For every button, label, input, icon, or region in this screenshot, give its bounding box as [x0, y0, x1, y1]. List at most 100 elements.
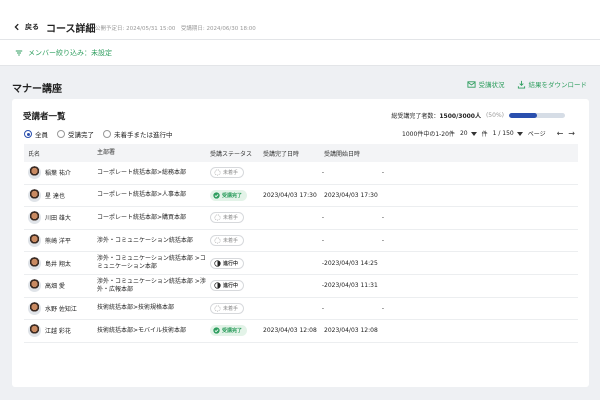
department-cell: 渉外・コミュニケーション統括本部 >渉外・広報本部 [97, 277, 206, 293]
started-at-cell: 2023/04/03 12:08 [324, 327, 378, 335]
dropdown-icon [470, 131, 477, 136]
download-results-button[interactable]: 結果をダウンロード [517, 79, 587, 89]
table-row[interactable]: 稲葉 祐介 コーポレート統括本部>総務本部 未着手 - - [24, 162, 578, 185]
table-row[interactable]: 熊崎 洋平 渉外・コミュニケーション統括本部 未着手 - - [24, 230, 578, 253]
status-label: 未着手 [223, 215, 239, 222]
started-at-cell: - [381, 237, 384, 245]
member-filter-button[interactable]: メンバー絞り込み：未設定 [15, 48, 112, 58]
completed-at-cell: - [321, 282, 324, 290]
dashed-circle-icon [214, 305, 221, 312]
course-title: マナー講座 [12, 84, 62, 95]
radio-label: 全員 [35, 131, 48, 139]
completion-summary: 総受講完了者数： 1500/3000人 (50%) [391, 111, 565, 120]
table-row[interactable]: 星 達也 コーポレート統括本部>人事本部 受講完了 2023/04/03 17:30 2… [24, 185, 578, 208]
status-check-label: 受講状況 [478, 81, 505, 89]
half-circle-icon [214, 282, 221, 289]
participants-title: 受講者一覧 [23, 112, 66, 122]
status-cell: 受講完了 [210, 189, 263, 201]
status-badge: 進行中 [210, 257, 245, 269]
completion-progress-bar [509, 113, 565, 118]
department-cell: 技術統括本部>モバイル技術本部 [97, 326, 187, 334]
completion-label: 総受講完了者数： [391, 113, 440, 120]
name-cell: 水野 佐知江 [24, 301, 97, 315]
course-dates: 公開予定日: 2024/05/31 15:00 受講期日: 2024/06/30… [95, 26, 256, 32]
avatar [28, 279, 41, 293]
department-cell: 技術統括本部>技術規格本部 [97, 304, 175, 312]
half-circle-icon [214, 260, 221, 267]
completed-at-cell: - [321, 214, 324, 222]
page-select[interactable]: 1 / 150 [493, 130, 523, 137]
radio-option[interactable]: 受講完了 [57, 129, 94, 139]
name-cell: 島井 翔太 [24, 256, 97, 270]
participants-card: 受講者一覧 総受講完了者数： 1500/3000人 (50%) 全員 受講完了 未着手… [12, 99, 589, 387]
dashed-circle-icon [214, 214, 221, 221]
course-actions: 受講状況 結果をダウンロード [466, 79, 587, 89]
status-cell: 未着手 [210, 235, 263, 247]
dashed-circle-icon [214, 169, 221, 176]
table-row[interactable]: 水野 佐知江 技術統括本部>技術規格本部 未着手 - - [24, 298, 578, 321]
member-name: 島井 翔太 [45, 260, 71, 268]
back-button[interactable]: 戻る [13, 21, 39, 33]
radio-label: 未着手または進行中 [114, 131, 173, 139]
avatar [28, 324, 41, 338]
dashed-circle-icon [214, 237, 221, 244]
table-row[interactable]: 島井 翔太 渉外・コミュニケーション統括本部 >コミュニケーション本部 進行中 -20… [24, 252, 578, 275]
status-label: 進行中 [223, 260, 239, 267]
member-name: 高畑 愛 [45, 283, 65, 291]
table-row[interactable]: 川田 雄大 コーポレート統括本部>購買本部 未着手 - - [24, 207, 578, 230]
avatar [28, 256, 41, 270]
started-at-cell: 2023/04/03 17:30 [324, 191, 378, 199]
avatar [28, 234, 41, 248]
radio-circle-icon [24, 130, 32, 138]
page-header: 戻る コース詳細 公開予定日: 2024/05/31 15:00 受講期日: 2… [0, 0, 600, 40]
status-label: 未着手 [223, 238, 239, 245]
result-range: 1000件中の1-20件 [402, 131, 455, 138]
department-cell: コーポレート統括本部>購買本部 [97, 213, 187, 221]
status-badge: 未着手 [210, 302, 245, 314]
completion-value: 1500/3000人 [439, 113, 481, 120]
check-circle-icon [213, 327, 220, 335]
status-cell: 未着手 [210, 302, 263, 314]
department-cell: 渉外・コミュニケーション統括本部 >コミュニケーション本部 [97, 255, 206, 271]
dropdown-icon [516, 131, 523, 136]
status-cell: 進行中 [210, 257, 263, 269]
avatar [28, 211, 41, 225]
status-badge: 受講完了 [210, 325, 248, 337]
column-header: 主部署 [97, 148, 116, 156]
prev-page-icon[interactable]: ← [557, 129, 564, 138]
status-badge: 未着手 [210, 235, 245, 247]
started-at-cell: 2023/04/03 14:25 [324, 259, 378, 267]
status-cell: 受講完了 [210, 325, 263, 337]
avatar [28, 166, 41, 180]
completed-at-cell: - [321, 304, 324, 312]
per-page-select[interactable]: 20 [460, 130, 477, 137]
radio-option[interactable]: 全員 [24, 129, 48, 139]
back-label: 戻る [25, 23, 39, 31]
completed-at-cell: 2023/04/03 17:30 [263, 191, 317, 199]
radio-circle-icon [103, 130, 111, 138]
name-cell: 星 達也 [24, 188, 97, 202]
table-row[interactable]: 江越 彩花 技術統括本部>モバイル技術本部 受講完了 2023/04/03 12:08… [24, 320, 578, 343]
status-badge: 進行中 [210, 280, 245, 292]
filter-lines-icon [15, 50, 23, 56]
download-icon [517, 80, 525, 89]
next-page-icon[interactable]: → [568, 129, 575, 138]
completed-at-cell: - [321, 169, 324, 177]
pagination: 1000件中の1-20件 20 件 1 / 150 ページ ← → [402, 129, 575, 138]
completion-progress-fill [509, 113, 537, 118]
status-filter-radios: 全員 受講完了 未着手または進行中 [24, 129, 173, 139]
status-badge: 受講完了 [210, 189, 248, 201]
status-label: 未着手 [223, 170, 239, 177]
table-row[interactable]: 高畑 愛 渉外・コミュニケーション統括本部 >渉外・広報本部 進行中 -2023/04… [24, 275, 578, 298]
started-at-cell: - [381, 169, 384, 177]
column-header: 氏名 [28, 150, 41, 158]
per-page-value: 20 [459, 130, 468, 137]
member-filter-label: メンバー絞り込み：未設定 [28, 49, 112, 57]
participants-table: 氏名 主部署 受講ステータス 受講完了日時 受講開始日時 稲葉 祐介 コーポレート統括本部… [24, 144, 578, 343]
status-check-button[interactable]: 受講状況 [466, 79, 505, 89]
radio-option[interactable]: 未着手または進行中 [103, 129, 173, 139]
started-at-cell: 2023/04/03 11:31 [324, 282, 378, 290]
radio-label: 受講完了 [68, 131, 94, 139]
filter-bar: メンバー絞り込み：未設定 [0, 40, 600, 66]
status-label: 受講完了 [222, 192, 243, 199]
